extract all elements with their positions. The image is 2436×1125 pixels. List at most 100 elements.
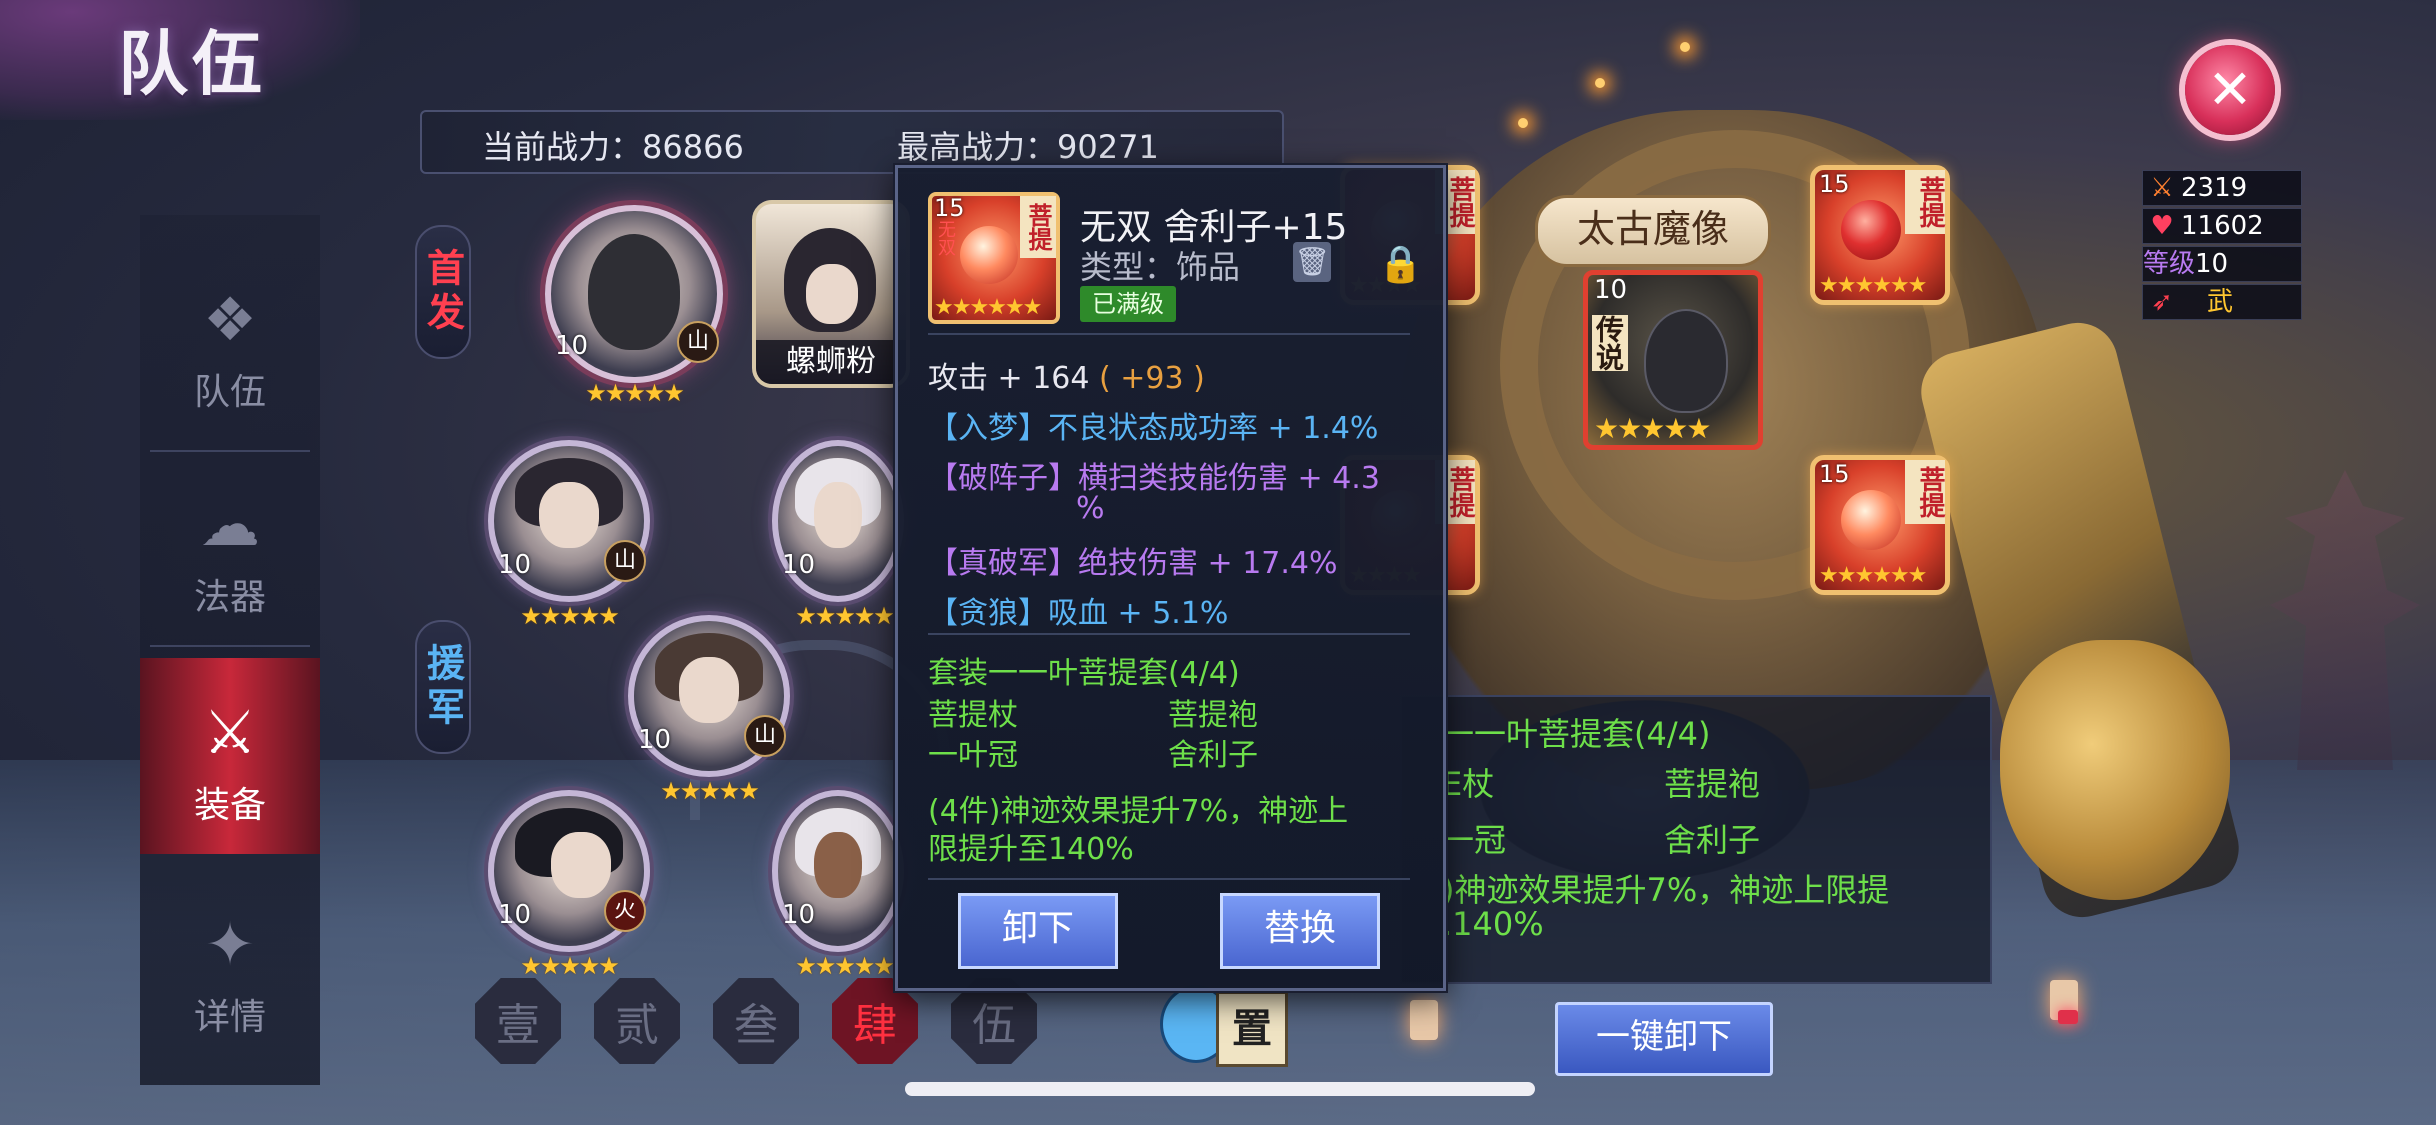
hero-level: 10 — [782, 550, 816, 580]
hero-portrait — [587, 234, 681, 351]
hero-stars: ★★★★★ — [795, 602, 895, 630]
nav-item-team[interactable]: ❖ 队伍 — [140, 255, 320, 445]
divider — [928, 333, 1410, 335]
set-effect: .140% — [1442, 905, 1544, 943]
affix-text: 横扫类技能伤害 + 4.3 — [1078, 461, 1380, 496]
equip-stars: ★★★★★★ — [1819, 273, 1927, 298]
set-piece: 舍利子 — [1168, 738, 1258, 773]
close-icon: ✕ — [2207, 58, 2253, 121]
stat-level: 等级10 — [2142, 246, 2302, 282]
item-side-tag: 无双 — [935, 220, 956, 256]
attack-value: 攻击 + 164 — [928, 361, 1090, 396]
tab-team-3[interactable]: 叁 — [713, 978, 799, 1064]
hero-slot-3[interactable]: 10 ★★★★★ — [772, 440, 904, 630]
ember — [1680, 42, 1690, 52]
element-badge: 火 — [604, 890, 646, 932]
hero-stars: ★★★★★ — [585, 379, 685, 407]
hero-card-named[interactable]: 螺蛳粉 — [752, 200, 910, 388]
hero-slot-6[interactable]: 10 ★★★★★ — [772, 790, 904, 980]
affix-row: % — [1076, 491, 1105, 526]
stat-value: 10 — [2195, 249, 2229, 279]
element-badge: 山 — [604, 540, 646, 582]
side-nav: ❖ 队伍 ☁ 法器 ⚔ 装备 ✦ 详情 — [140, 215, 320, 1085]
hero-name: 螺蛳粉 — [756, 340, 906, 384]
statue-name-plaque: 太古魔像 — [1535, 195, 1771, 267]
unequip-button[interactable]: 卸下 — [958, 893, 1118, 969]
artifact-icon: ☁ — [200, 490, 260, 560]
hero-stars: ★★★★★ — [520, 952, 620, 980]
pagoda-silhouette — [2270, 470, 2420, 770]
hero-face — [814, 832, 862, 898]
attack-bonus: ( +93 ) — [1099, 361, 1205, 396]
set-piece: 舍利子 — [1664, 821, 1761, 859]
hero-face — [814, 482, 862, 548]
lock-icon[interactable]: 🔒 — [1378, 243, 1423, 287]
stat-hp: ♥ 11602 — [2142, 208, 2302, 244]
nav-item-equipment[interactable]: ⚔ 装备 — [140, 658, 320, 854]
set-piece: 菩提袍 — [1664, 765, 1761, 803]
hero-slot-5[interactable]: 10 火 ★★★★★ — [488, 790, 650, 980]
lantern-light — [2058, 1010, 2078, 1024]
item-orb — [960, 226, 1018, 284]
hero-face — [679, 657, 739, 723]
nav-item-details[interactable]: ✦ 详情 — [140, 880, 320, 1070]
affix-tag: 【破阵子】 — [928, 461, 1078, 496]
team-icon: ❖ — [203, 285, 257, 355]
equip-tag: 传说 — [1592, 315, 1628, 371]
stat-class: ➶ 武 — [2142, 284, 2302, 320]
divider — [928, 878, 1410, 880]
item-icon: 15 无双 菩提 ★★★★★★ — [928, 192, 1060, 324]
affix-tag: 【入梦】 — [928, 411, 1048, 446]
nav-label: 法器 — [193, 577, 266, 618]
equip-slot-top-right[interactable]: 15 菩提 ★★★★★★ — [1810, 165, 1950, 305]
nav-divider — [150, 450, 310, 452]
affix-tag: 【贪狼】 — [928, 596, 1048, 631]
element-badge: 山 — [744, 715, 786, 757]
hero-face — [806, 264, 858, 324]
item-level: 15 — [934, 194, 965, 222]
affix-row: 【真破军】绝技伤害 + 17.4% — [928, 538, 1338, 582]
hero-face — [539, 482, 599, 548]
affix-tag: 【真破军】 — [928, 546, 1078, 581]
hero-slot-2[interactable]: 10 山 ★★★★★ — [488, 440, 650, 630]
element-badge: 山 — [677, 321, 719, 363]
hero-level: 10 — [782, 900, 816, 930]
nav-item-artifact[interactable]: ☁ 法器 — [140, 460, 320, 650]
set-effect: 限提升至140% — [928, 832, 1134, 867]
support-tag: 援军 — [415, 620, 471, 754]
close-button[interactable]: ✕ — [2185, 45, 2275, 135]
hero-face — [551, 832, 611, 898]
attack-stat: 攻击 + 164 ( +93 ) — [928, 353, 1205, 397]
replace-button[interactable]: 替换 — [1220, 893, 1380, 969]
home-indicator[interactable] — [905, 1082, 1535, 1096]
npc-helper[interactable]: 置 — [1160, 985, 1290, 1075]
equip-slot-bottom-right[interactable]: 15 菩提 ★★★★★★ — [1810, 455, 1950, 595]
hero-level: 10 — [498, 550, 532, 580]
item-tag: 菩提 — [1020, 196, 1056, 258]
stat-value: 2319 — [2181, 173, 2248, 203]
hero-stars: ★★★★★ — [795, 952, 895, 980]
set-piece: 菩提袍 — [1168, 698, 1258, 733]
affix-row: 【破阵子】横扫类技能伤害 + 4.3 — [928, 453, 1380, 497]
max-power: 最高战力：90271 — [897, 128, 1159, 166]
nav-divider — [150, 645, 310, 647]
tab-team-2[interactable]: 贰 — [594, 978, 680, 1064]
nav-label: 详情 — [193, 997, 266, 1038]
npc-sign: 置 — [1216, 991, 1288, 1067]
hero-slot-4[interactable]: 10 山 ★★★★★ — [628, 615, 790, 805]
affix-text: 不良状态成功率 + 1.4% — [1048, 411, 1379, 446]
affix-row: 【贪狼】吸血 + 5.1% — [928, 588, 1228, 632]
equipment-icon: ⚔ — [203, 698, 257, 768]
unequip-all-button[interactable]: 一键卸下 — [1555, 1002, 1773, 1076]
trash-icon[interactable]: 🗑 — [1293, 242, 1331, 282]
set-title: 一一叶菩提套(4/4) — [1442, 715, 1711, 753]
stat-value: 武 — [2207, 287, 2234, 317]
details-icon: ✦ — [204, 910, 256, 980]
center-equipment[interactable]: 10 传说 ★★★★★ — [1583, 270, 1763, 450]
tab-team-1[interactable]: 壹 — [475, 978, 561, 1064]
hero-level: 10 — [498, 900, 532, 930]
weapon-icon: ➶ — [2151, 287, 2173, 317]
hero-lead[interactable]: 10 山 ★★★★★ — [545, 205, 723, 407]
item-type: 类型：饰品 — [1080, 248, 1241, 286]
set-piece: E杖 — [1442, 765, 1495, 803]
